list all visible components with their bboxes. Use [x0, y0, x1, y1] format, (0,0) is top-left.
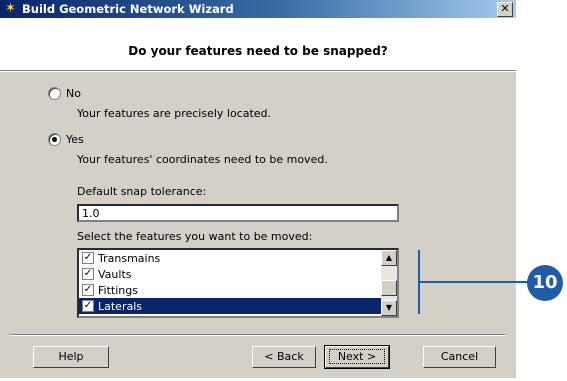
- scroll-up-arrow-icon[interactable]: ▲: [381, 250, 397, 266]
- list-item[interactable]: ✓ Vaults: [79, 266, 382, 282]
- window-title: Build Geometric Network Wizard: [22, 2, 234, 16]
- radio-no-button[interactable]: [48, 86, 61, 100]
- step-callout-badge: 10: [527, 265, 563, 301]
- title-bar[interactable]: ✶ Build Geometric Network Wizard ✕: [0, 0, 516, 18]
- list-item[interactable]: ✓ Transmains: [79, 250, 382, 266]
- footer-divider: [10, 334, 506, 336]
- back-button-label: < Back: [264, 350, 304, 363]
- radio-selected-dot: [52, 136, 57, 142]
- checkmark-icon[interactable]: ✓: [82, 284, 94, 296]
- wizard-icon: ✶: [5, 1, 16, 16]
- cancel-button[interactable]: Cancel: [423, 346, 496, 368]
- checkmark-icon[interactable]: ✓: [82, 300, 94, 312]
- features-listbox[interactable]: ✓ Transmains ✓ Vaults ✓ Fittings ✓ Later…: [77, 248, 399, 318]
- cancel-button-label: Cancel: [440, 350, 479, 363]
- callout-leader: [418, 281, 528, 283]
- feature-name: Laterals: [98, 299, 142, 313]
- header-divider: [0, 70, 516, 72]
- radio-no[interactable]: No: [48, 86, 81, 100]
- radio-yes-button[interactable]: [48, 132, 61, 146]
- scroll-down-arrow-icon[interactable]: ▼: [381, 300, 397, 316]
- next-button-label: Next >: [328, 349, 386, 364]
- radio-yes[interactable]: Yes: [48, 132, 84, 146]
- checkmark-icon[interactable]: ✓: [82, 268, 94, 280]
- help-button[interactable]: Help: [33, 346, 109, 368]
- feature-name: Vaults: [98, 267, 132, 281]
- wizard-dialog: ✶ Build Geometric Network Wizard ✕ Do yo…: [0, 0, 516, 378]
- close-icon: ✕: [500, 2, 510, 15]
- features-list-label: Select the features you want to be moved…: [77, 230, 313, 243]
- scroll-thumb[interactable]: [381, 280, 397, 296]
- help-button-label: Help: [58, 350, 84, 363]
- list-scrollbar[interactable]: ▲ ▼: [381, 250, 397, 316]
- checkmark-icon[interactable]: ✓: [82, 252, 94, 264]
- yes-description: Your features' coordinates need to be mo…: [77, 153, 328, 166]
- next-button[interactable]: Next >: [324, 345, 390, 369]
- close-button[interactable]: ✕: [497, 2, 513, 17]
- radio-no-label: No: [66, 86, 81, 100]
- page-question: Do your features need to be snapped?: [128, 44, 388, 58]
- snap-tolerance-input[interactable]: 1.0: [77, 204, 399, 222]
- wizard-header: Do your features need to be snapped?: [0, 18, 516, 70]
- list-item[interactable]: ✓ Fittings: [79, 282, 382, 298]
- snap-tolerance-label: Default snap tolerance:: [77, 185, 207, 198]
- back-button[interactable]: < Back: [252, 346, 316, 368]
- list-item-selected[interactable]: ✓ Laterals: [79, 298, 382, 314]
- feature-name: Transmains: [98, 251, 161, 265]
- radio-yes-label: Yes: [66, 132, 84, 146]
- feature-name: Fittings: [98, 283, 138, 297]
- no-description: Your features are precisely located.: [77, 107, 272, 120]
